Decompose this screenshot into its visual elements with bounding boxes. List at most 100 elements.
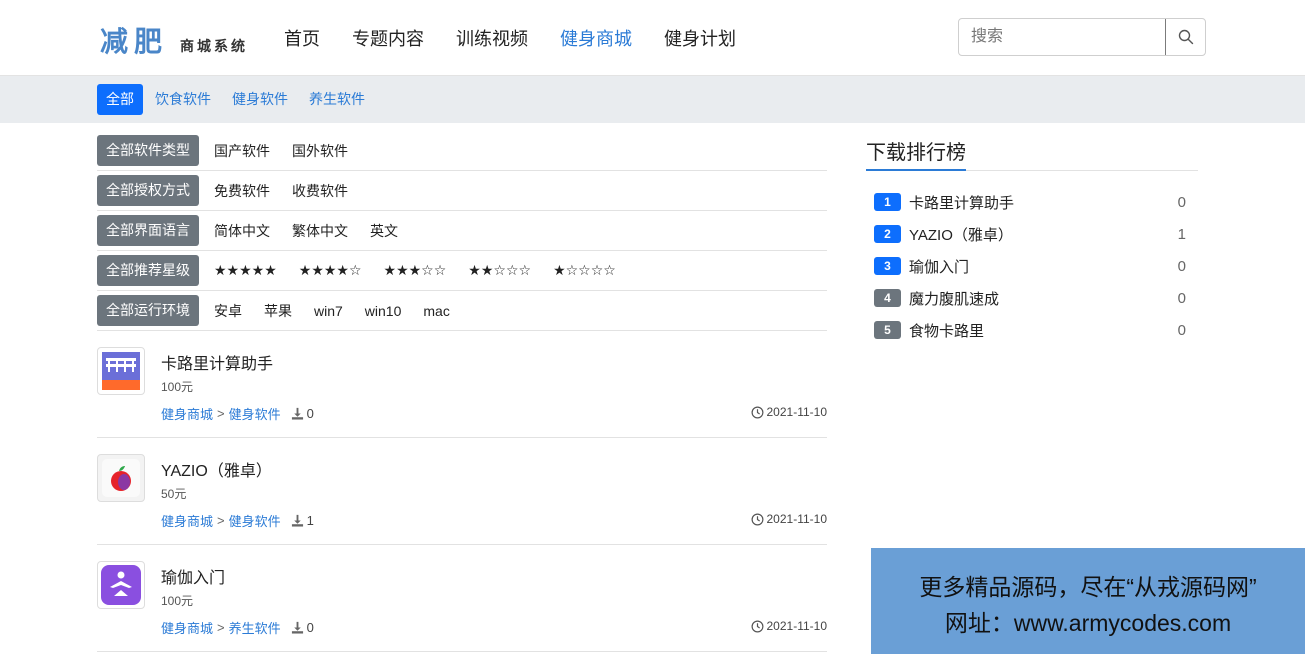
download-count: 0 bbox=[291, 620, 314, 635]
category-diet[interactable]: 饮食软件 bbox=[146, 84, 220, 115]
date-value: 2021-11-10 bbox=[766, 405, 828, 419]
rank-badge: 5 bbox=[874, 321, 901, 339]
filter-row-language: 全部界面语言 简体中文 繁体中文 英文 bbox=[97, 211, 827, 251]
filter-option[interactable]: ★★★★☆ bbox=[299, 262, 362, 279]
category-all[interactable]: 全部 bbox=[97, 84, 143, 115]
filter-option[interactable]: 英文 bbox=[370, 221, 398, 241]
breadcrumb: 健身商城 > 养生软件 0 bbox=[161, 618, 314, 637]
date-value: 2021-11-10 bbox=[766, 512, 828, 526]
ranking-title: 下载排行榜 bbox=[866, 137, 966, 171]
filter-option[interactable]: win10 bbox=[365, 303, 402, 319]
ranking-list: 1 卡路里计算助手 0 2 YAZIO（雅卓） 1 3 瑜伽入门 0 4 魔力腹… bbox=[866, 186, 1198, 346]
clock-icon bbox=[751, 406, 763, 418]
filter-option[interactable]: 收费软件 bbox=[292, 181, 348, 201]
nav-home[interactable]: 首页 bbox=[284, 27, 320, 51]
filter-option[interactable]: 安卓 bbox=[214, 301, 242, 321]
clock-icon bbox=[751, 513, 763, 525]
rank-name[interactable]: 食物卡路里 bbox=[909, 320, 984, 341]
search-input[interactable] bbox=[959, 19, 1165, 55]
breadcrumb-shop[interactable]: 健身商城 bbox=[161, 404, 213, 423]
category-fitness[interactable]: 健身软件 bbox=[223, 84, 297, 115]
rank-count: 0 bbox=[1177, 321, 1186, 339]
yazio-app-icon[interactable] bbox=[97, 454, 145, 502]
software-list: 卡路里计算助手 100元 健身商城 > 健身软件 0 2021-11-10 YA… bbox=[97, 331, 827, 652]
rank-name[interactable]: 魔力腹肌速成 bbox=[909, 288, 999, 309]
filter-tag[interactable]: 全部软件类型 bbox=[97, 135, 199, 166]
date-value: 2021-11-10 bbox=[766, 619, 828, 633]
search-box bbox=[958, 18, 1206, 56]
filter-row-platform: 全部运行环境 安卓 苹果 win7 win10 mac bbox=[97, 291, 827, 331]
ranking-item[interactable]: 5 食物卡路里 0 bbox=[866, 314, 1198, 346]
software-price: 100元 bbox=[161, 594, 194, 608]
breadcrumb-shop[interactable]: 健身商城 bbox=[161, 618, 213, 637]
breadcrumb: 健身商城 > 健身软件 1 bbox=[161, 511, 314, 530]
rank-badge: 3 bbox=[874, 257, 901, 275]
filter-option[interactable]: 国产软件 bbox=[214, 141, 270, 161]
download-icon bbox=[291, 514, 303, 527]
rank-count: 0 bbox=[1177, 193, 1186, 211]
filter-option[interactable]: ★★★★★ bbox=[214, 262, 277, 279]
filter-option[interactable]: 简体中文 bbox=[214, 221, 270, 241]
filter-option[interactable]: 国外软件 bbox=[292, 141, 348, 161]
calorie-app-icon[interactable] bbox=[97, 347, 145, 395]
site-logo[interactable]: 减肥 商城系统 bbox=[98, 12, 260, 64]
breadcrumb-category[interactable]: 健身软件 bbox=[229, 511, 281, 530]
clock-icon bbox=[751, 620, 763, 632]
ranking-item[interactable]: 4 魔力腹肌速成 0 bbox=[866, 282, 1198, 314]
breadcrumb-separator: > bbox=[217, 513, 225, 528]
search-button[interactable] bbox=[1165, 19, 1205, 55]
rank-badge: 2 bbox=[874, 225, 901, 243]
logo-subtitle: 商城系统 bbox=[180, 39, 248, 55]
nav-topics[interactable]: 专题内容 bbox=[352, 27, 424, 51]
ranking-header: 下载排行榜 bbox=[866, 137, 1198, 171]
breadcrumb-category[interactable]: 健身软件 bbox=[229, 404, 281, 423]
download-icon bbox=[291, 407, 303, 420]
filter-option[interactable]: ★★★☆☆ bbox=[384, 262, 447, 279]
category-health[interactable]: 养生软件 bbox=[300, 84, 374, 115]
list-item: YAZIO（雅卓） 50元 健身商城 > 健身软件 1 2021-11-10 bbox=[97, 438, 827, 545]
site-header: 减肥 商城系统 首页 专题内容 训练视频 健身商城 健身计划 bbox=[0, 0, 1305, 76]
rank-name[interactable]: 瑜伽入门 bbox=[909, 256, 969, 277]
nav-plan[interactable]: 健身计划 bbox=[664, 27, 736, 51]
filter-tag[interactable]: 全部授权方式 bbox=[97, 175, 199, 206]
filter-option[interactable]: ★☆☆☆☆ bbox=[553, 262, 616, 279]
filter-option[interactable]: ★★☆☆☆ bbox=[468, 262, 531, 279]
filter-tag[interactable]: 全部界面语言 bbox=[97, 215, 199, 246]
breadcrumb-shop[interactable]: 健身商城 bbox=[161, 511, 213, 530]
category-bar: 全部 饮食软件 健身软件 养生软件 bbox=[0, 76, 1305, 123]
ranking-item[interactable]: 1 卡路里计算助手 0 bbox=[866, 186, 1198, 218]
list-item: 卡路里计算助手 100元 健身商城 > 健身软件 0 2021-11-10 bbox=[97, 331, 827, 438]
download-ranking: 下载排行榜 1 卡路里计算助手 0 2 YAZIO（雅卓） 1 3 瑜伽入门 0… bbox=[866, 137, 1198, 346]
nav-shop[interactable]: 健身商城 bbox=[560, 27, 632, 51]
rank-count: 0 bbox=[1177, 257, 1186, 275]
filter-option[interactable]: mac bbox=[423, 303, 449, 319]
ranking-item[interactable]: 3 瑜伽入门 0 bbox=[866, 250, 1198, 282]
publish-date: 2021-11-10 bbox=[751, 619, 828, 633]
software-name[interactable]: YAZIO（雅卓） bbox=[161, 457, 272, 481]
download-count: 0 bbox=[291, 406, 314, 421]
filter-row-license: 全部授权方式 免费软件 收费软件 bbox=[97, 171, 827, 211]
filter-panel: 全部软件类型 国产软件 国外软件 全部授权方式 免费软件 收费软件 全部界面语言… bbox=[97, 131, 827, 331]
filter-row-rating: 全部推荐星级 ★★★★★ ★★★★☆ ★★★☆☆ ★★☆☆☆ ★☆☆☆☆ bbox=[97, 251, 827, 291]
filter-option[interactable]: win7 bbox=[314, 303, 343, 319]
nav-videos[interactable]: 训练视频 bbox=[456, 27, 528, 51]
filter-option[interactable]: 苹果 bbox=[264, 301, 292, 321]
filter-tag[interactable]: 全部运行环境 bbox=[97, 295, 199, 326]
software-name[interactable]: 瑜伽入门 bbox=[161, 564, 225, 588]
filter-option[interactable]: 繁体中文 bbox=[292, 221, 348, 241]
rank-name[interactable]: YAZIO（雅卓） bbox=[909, 224, 1013, 245]
filter-option[interactable]: 免费软件 bbox=[214, 181, 270, 201]
breadcrumb-category[interactable]: 养生软件 bbox=[229, 618, 281, 637]
download-count-value: 1 bbox=[306, 513, 314, 528]
ranking-item[interactable]: 2 YAZIO（雅卓） 1 bbox=[866, 218, 1198, 250]
yoga-app-icon[interactable] bbox=[97, 561, 145, 609]
rank-name[interactable]: 卡路里计算助手 bbox=[909, 192, 1014, 213]
logo-title: 减肥 bbox=[100, 25, 169, 58]
download-count: 1 bbox=[291, 513, 314, 528]
publish-date: 2021-11-10 bbox=[751, 405, 828, 419]
software-name[interactable]: 卡路里计算助手 bbox=[161, 350, 273, 374]
breadcrumb: 健身商城 > 健身软件 0 bbox=[161, 404, 314, 423]
filter-tag[interactable]: 全部推荐星级 bbox=[97, 255, 199, 286]
rank-badge: 4 bbox=[874, 289, 901, 307]
rank-badge: 1 bbox=[874, 193, 901, 211]
